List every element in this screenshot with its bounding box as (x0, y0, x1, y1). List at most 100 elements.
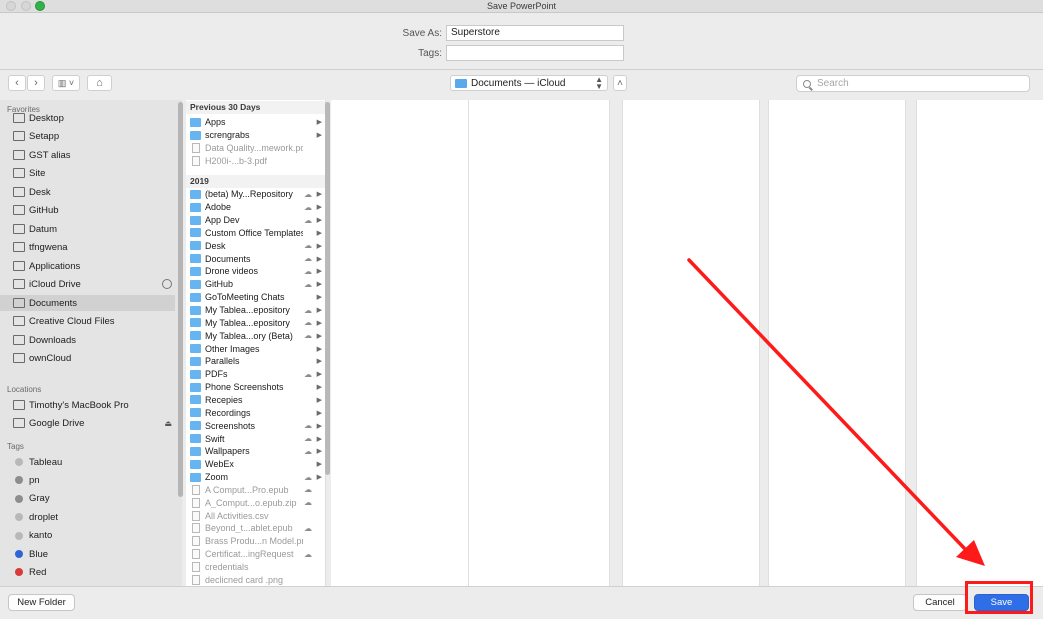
cloud-download-icon: ☁ (304, 498, 312, 508)
new-folder-toolbar-button[interactable]: ⌂ (87, 75, 112, 91)
location-popup[interactable]: Documents — iCloud ▲ ▼ (450, 75, 608, 91)
folder-row[interactable]: My Tablea...ory (Beta) ☁ ▶ (190, 329, 322, 342)
sidebar-tag-droplet[interactable]: droplet (13, 509, 175, 525)
folder-row[interactable]: Phone Screenshots ▶ (190, 381, 322, 394)
view-mode-button[interactable]: ▥ ˅ (52, 75, 80, 91)
sidebar-item-datum[interactable]: Datum (13, 221, 175, 237)
item-name: Swift (205, 433, 225, 444)
sidebar-item-site[interactable]: Site (13, 165, 175, 181)
folder-row[interactable]: Parallels ▶ (190, 355, 322, 368)
chevron-right-icon: ▶ (316, 396, 322, 404)
cloud-download-icon: ☁ (304, 434, 312, 444)
file-column-scrollbar[interactable] (325, 102, 330, 475)
sidebar-item-github[interactable]: GitHub (13, 202, 175, 218)
folder-row[interactable]: Recordings ▶ (190, 406, 322, 419)
sidebar-item-applications[interactable]: Applications (13, 258, 175, 274)
folder-row[interactable]: PDFs ☁ ▶ (190, 368, 322, 381)
folder-row[interactable]: Wallpapers ☁ ▶ (190, 445, 322, 458)
forward-button[interactable]: › (27, 75, 45, 91)
folder-row[interactable]: Zoom ☁ ▶ (190, 471, 322, 484)
sidebar-item-creative-cloud-files[interactable]: Creative Cloud Files (13, 313, 175, 329)
folder-icon (190, 254, 201, 264)
item-name: declicned card .png (205, 574, 284, 585)
sidebar-item-tfngwena[interactable]: tfngwena (13, 239, 175, 255)
collapse-button[interactable]: ˄ (613, 75, 627, 91)
item-name: GitHub (205, 279, 234, 290)
folder-row[interactable]: Drone videos ☁ ▶ (190, 265, 322, 278)
folder-row[interactable]: Other Images ▶ (190, 342, 322, 355)
save-dialog: Save PowerPoint Save As: Superstore Tags… (0, 0, 1043, 619)
sidebar-tag-tableau[interactable]: Tableau (13, 454, 175, 470)
folder-icon (190, 344, 201, 354)
sidebar-item-documents[interactable]: Documents (0, 295, 175, 311)
folder-icon (455, 78, 467, 88)
sidebar-scrollbar[interactable] (178, 102, 183, 497)
sidebar-location-google-drive[interactable]: Google Drive ⏏ (13, 415, 175, 431)
file-row[interactable]: Data Quality...mework.pdf (190, 142, 322, 155)
chevron-right-icon: ▶ (316, 281, 322, 289)
tag-color-dot-icon (15, 476, 23, 485)
folder-row[interactable]: My Tablea...epository ☁ ▶ (190, 317, 322, 330)
folder-row[interactable]: (beta) My...Repository ☁ ▶ (190, 188, 322, 201)
file-row[interactable]: Brass Produ...n Model.png (190, 535, 322, 548)
item-name: WebEx (205, 459, 234, 470)
folder-icon (13, 242, 25, 252)
tag-color-dot-icon (15, 550, 23, 558)
chevron-right-icon: ▶ (316, 204, 322, 212)
save-as-field[interactable]: Superstore (446, 25, 624, 41)
new-folder-button[interactable]: New Folder (8, 594, 75, 611)
sidebar-item-desktop[interactable]: Desktop (13, 110, 175, 126)
file-row[interactable]: declicned card .png (190, 574, 322, 587)
tags-field[interactable] (446, 45, 624, 61)
sidebar-tag-kanto[interactable]: kanto (13, 528, 175, 544)
sidebar-item-owncloud[interactable]: ownCloud (13, 350, 175, 366)
sidebar-item-icloud-drive[interactable]: iCloud Drive (13, 276, 175, 292)
sidebar-tag-label: Gray (29, 493, 50, 505)
file-row[interactable]: Beyond_t...ablet.epub ☁ (190, 522, 322, 535)
folder-row[interactable]: Adobe ☁ ▶ (190, 201, 322, 214)
file-row[interactable]: A Comput...Pro.epub ☁ (190, 484, 322, 497)
sidebar-tag-blue[interactable]: Blue (13, 546, 175, 562)
sidebar-location-timothy-s-macbook-pro[interactable]: Timothy's MacBook Pro (13, 397, 175, 413)
file-row[interactable]: All Activities.csv (190, 509, 322, 522)
location-label: Documents — iCloud (471, 77, 566, 89)
search-field[interactable]: Search (796, 75, 1030, 92)
folder-row[interactable]: Screenshots ☁ ▶ (190, 419, 322, 432)
sidebar-item-desk[interactable]: Desk (13, 184, 175, 200)
sidebar-tag-gray[interactable]: Gray (13, 491, 175, 507)
folder-row[interactable]: WebEx ▶ (190, 458, 322, 471)
folder-row[interactable]: Desk ☁ ▶ (190, 239, 322, 252)
folder-row[interactable]: Apps ▶ (190, 116, 322, 129)
chevron-right-icon: ▶ (316, 132, 322, 140)
file-row[interactable]: H200i-...b-3.pdf (190, 154, 322, 167)
folder-row[interactable]: Recepies ▶ (190, 394, 322, 407)
item-name: Documents (205, 253, 251, 264)
folder-icon (13, 187, 25, 197)
sidebar-tag-red[interactable]: Red (13, 564, 175, 580)
folder-row[interactable]: GoToMeeting Chats ▶ (190, 291, 322, 304)
tag-color-dot-icon (15, 458, 23, 466)
item-name: Other Images (205, 343, 260, 354)
sidebar-item-setapp[interactable]: Setapp (13, 128, 175, 144)
chevron-right-icon: ▶ (316, 307, 322, 315)
folder-icon (190, 395, 201, 405)
sidebar-item-gst-alias[interactable]: GST alias (13, 147, 175, 163)
folder-row[interactable]: Custom Office Templates ▶ (190, 227, 322, 240)
cancel-button[interactable]: Cancel (913, 594, 967, 611)
folder-row[interactable]: Swift ☁ ▶ (190, 432, 322, 445)
folder-row[interactable]: Documents ☁ ▶ (190, 252, 322, 265)
folder-icon (13, 353, 25, 363)
folder-row[interactable]: My Tablea...epository ☁ ▶ (190, 304, 322, 317)
search-icon (803, 79, 811, 88)
sidebar-tag-pn[interactable]: pn (13, 472, 175, 488)
back-button[interactable]: ‹ (8, 75, 26, 91)
folder-row[interactable]: App Dev ☁ ▶ (190, 214, 322, 227)
file-row[interactable]: Certificat...ingRequest ☁ (190, 548, 322, 561)
cloud-download-icon: ☁ (304, 215, 312, 225)
sidebar-item-downloads[interactable]: Downloads (13, 332, 175, 348)
file-row[interactable]: credentials (190, 561, 322, 574)
file-row[interactable]: A_Comput...o.epub.zip ☁ (190, 496, 322, 509)
folder-icon (190, 130, 201, 140)
folder-row[interactable]: screngrabs ▶ (190, 129, 322, 142)
folder-row[interactable]: GitHub ☁ ▶ (190, 278, 322, 291)
